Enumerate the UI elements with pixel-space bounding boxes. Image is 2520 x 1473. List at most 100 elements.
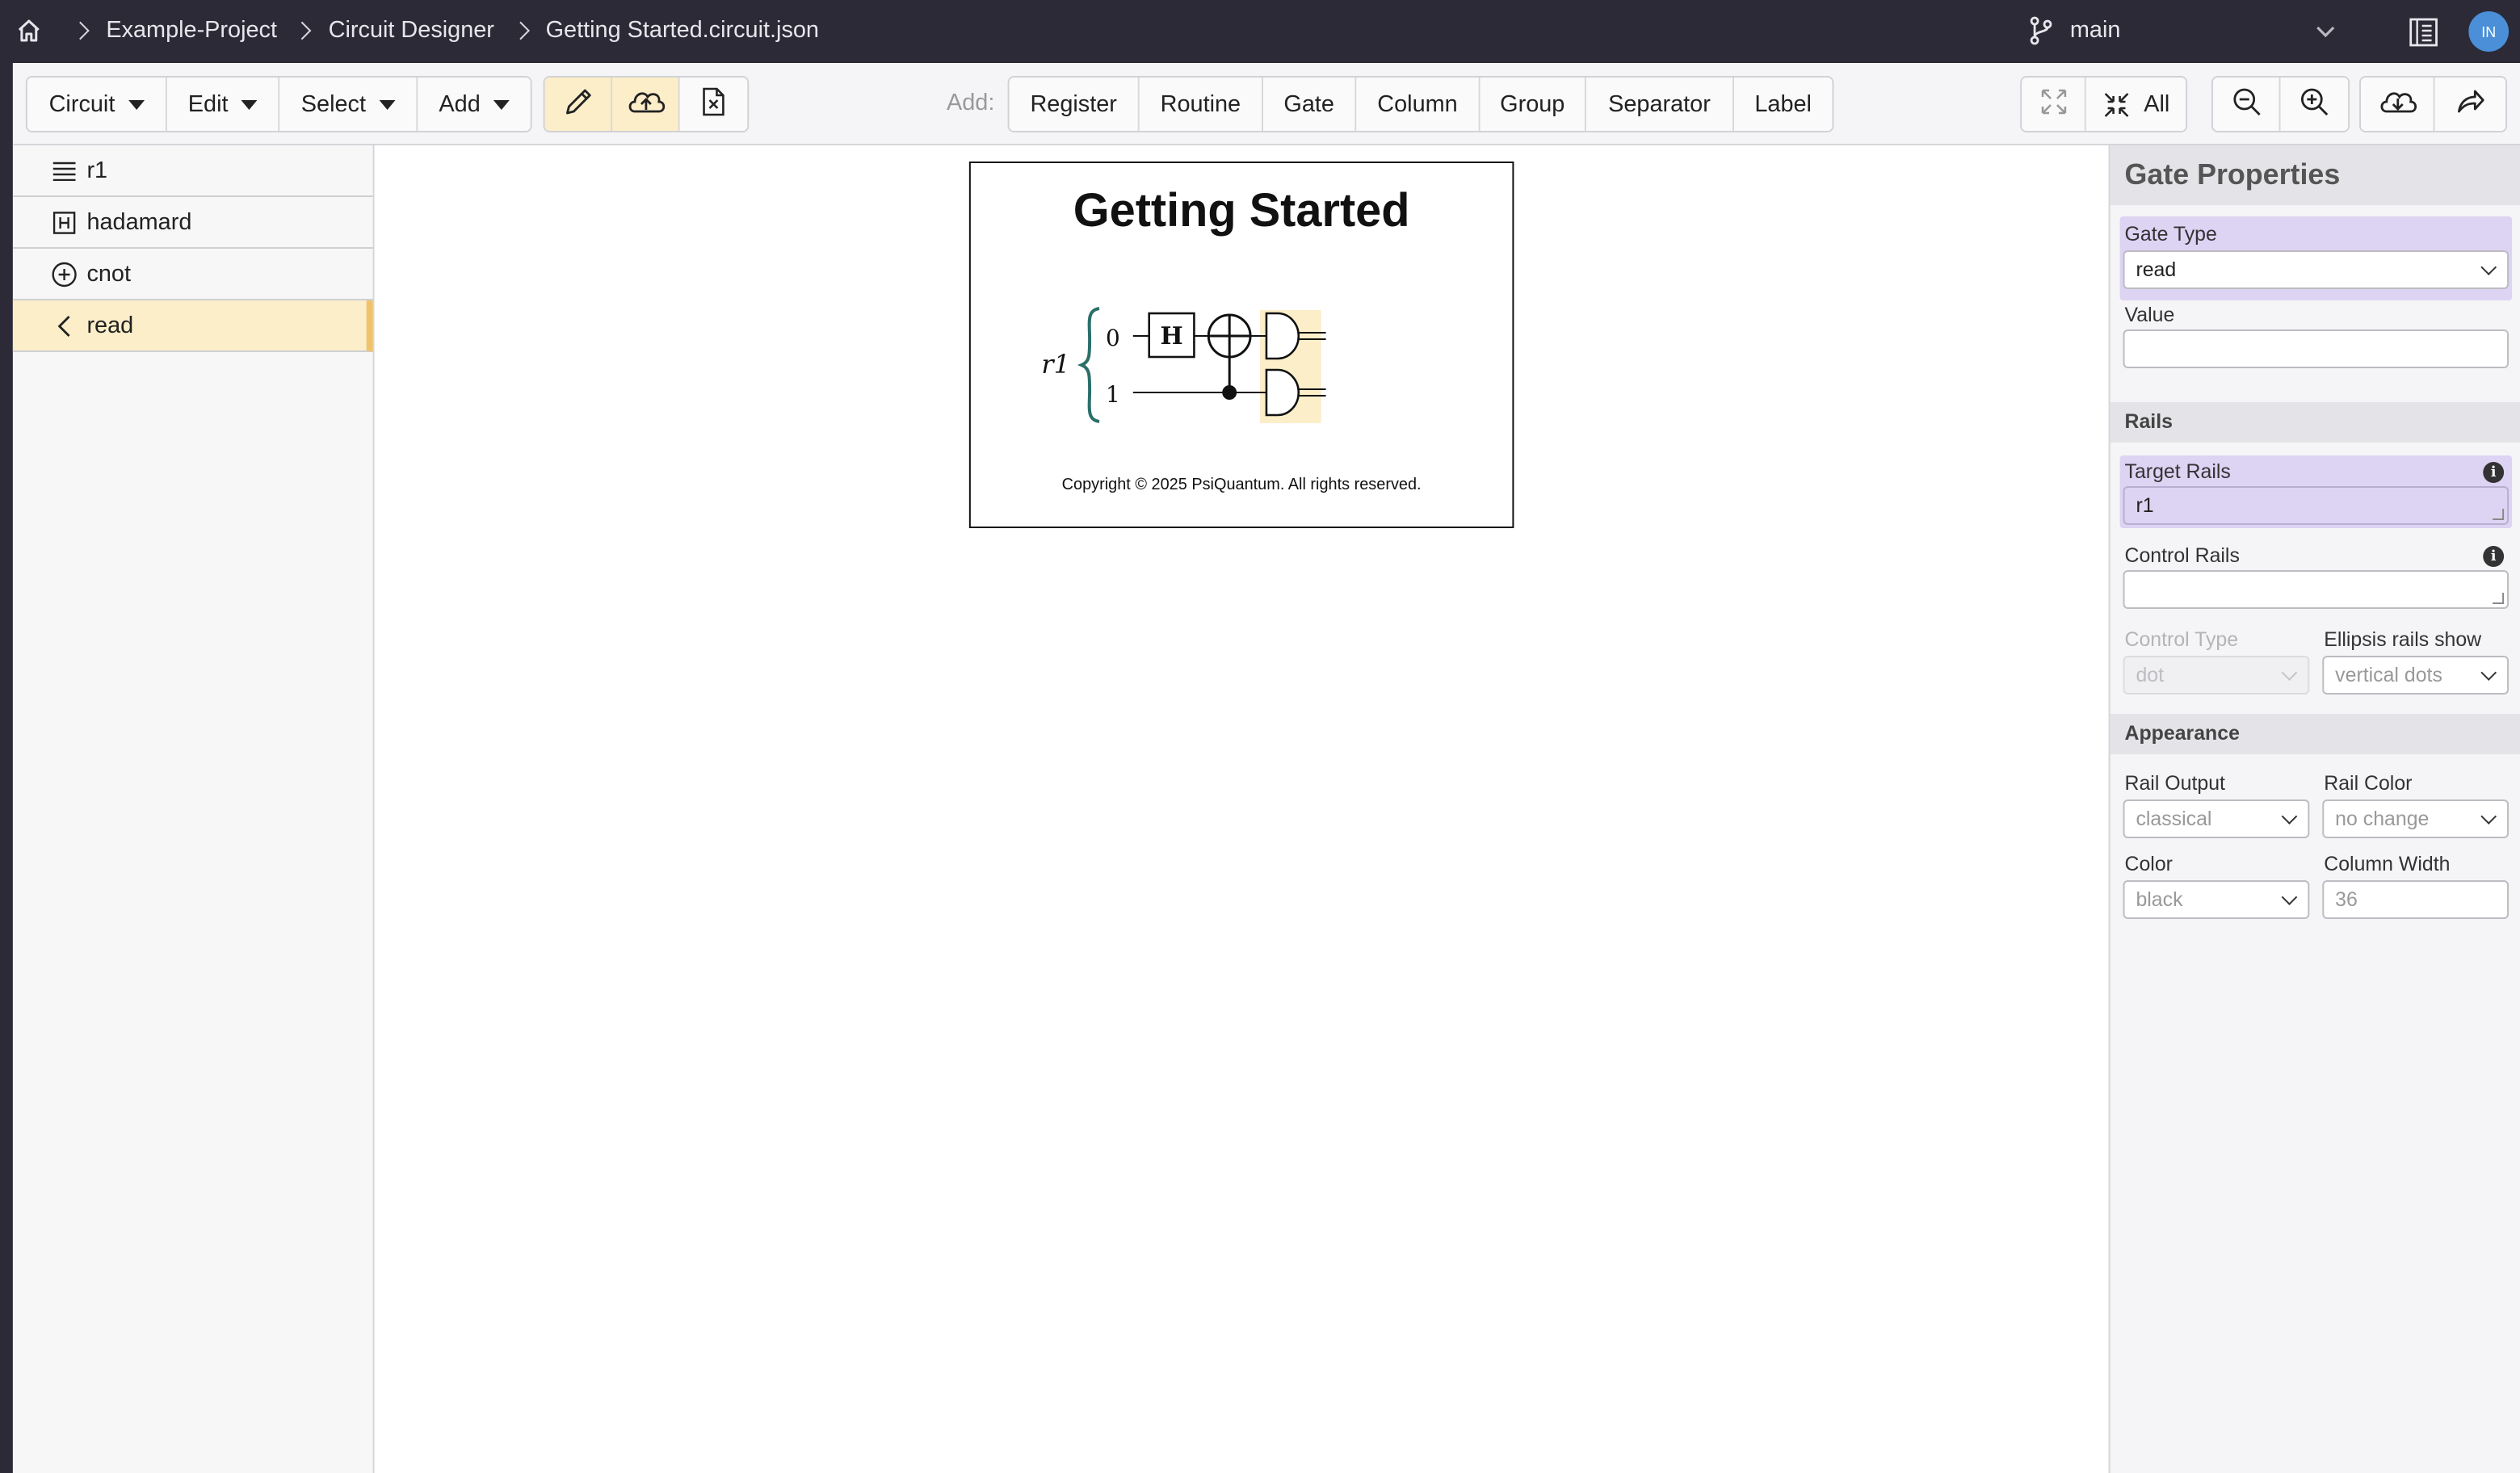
info-icon[interactable]: i — [2483, 462, 2505, 483]
download-button[interactable] — [2361, 78, 2435, 131]
collapse-all-button[interactable]: All — [2085, 78, 2186, 131]
ellipsis-label: Ellipsis rails show — [2324, 628, 2482, 651]
column-width-label: Column Width — [2324, 853, 2451, 875]
rail-label-1: 1 — [1106, 381, 1120, 408]
chevron-down-icon[interactable] — [2314, 19, 2337, 50]
tree-item-register[interactable]: r1 — [12, 145, 373, 197]
chevron-down-icon — [2480, 808, 2497, 825]
breadcrumb-file[interactable]: Getting Started.circuit.json — [546, 18, 819, 44]
color-label: Color — [2124, 853, 2173, 875]
tree-item-cnot[interactable]: cnot — [12, 249, 373, 300]
chevron-right-icon — [293, 21, 313, 40]
circuit-menu-button[interactable]: Circuit — [27, 78, 167, 131]
resize-handle-icon[interactable] — [2493, 509, 2505, 520]
tree-item-read[interactable]: read — [12, 300, 373, 352]
appearance-section-header: Appearance — [2110, 714, 2520, 754]
target-rails-value: r1 — [2136, 494, 2154, 517]
home-icon[interactable] — [16, 18, 42, 52]
edit-tools-group — [543, 76, 750, 132]
docs-icon[interactable] — [2408, 16, 2440, 57]
expand-button[interactable] — [2022, 78, 2086, 131]
zoom-group — [2211, 76, 2350, 132]
circuit-preview-card: Getting Started r1 0 1 H Copyright © 202 — [968, 162, 1514, 528]
add-column-button[interactable]: Column — [1356, 78, 1480, 131]
ellipsis-select[interactable]: vertical dots — [2322, 656, 2510, 695]
read-gate-0 — [1265, 312, 1300, 360]
hadamard-gate-label: H — [1160, 322, 1182, 350]
collapse-all-label: All — [2144, 91, 2170, 117]
tree-item-label: read — [86, 313, 134, 338]
control-rails-input[interactable] — [2123, 570, 2510, 609]
gate-type-value: read — [2136, 258, 2177, 281]
target-rails-label: Target Rails — [2124, 460, 2231, 483]
breadcrumb: Example-Project Circuit Designer Getting… — [55, 18, 819, 44]
panel-title: Gate Properties — [2110, 145, 2520, 205]
target-rails-input[interactable]: r1 — [2123, 486, 2510, 525]
rail-color-select[interactable]: no change — [2322, 799, 2510, 838]
info-icon[interactable]: i — [2483, 546, 2505, 567]
add-separator-button[interactable]: Separator — [1586, 78, 1734, 131]
register-brace — [1077, 307, 1100, 423]
breadcrumb-app[interactable]: Circuit Designer — [329, 18, 494, 44]
chevron-left-icon — [52, 313, 78, 338]
git-branch-icon — [2028, 16, 2054, 45]
h-box-icon — [52, 209, 78, 235]
menu-group: Circuit Edit Select Add — [25, 76, 532, 132]
resize-handle-icon[interactable] — [2493, 593, 2505, 604]
gate-type-select[interactable]: read — [2123, 250, 2510, 289]
chevron-right-icon — [71, 21, 90, 40]
zoom-in-icon — [2298, 85, 2330, 124]
circuit-tree-panel: r1 hadamard cnot read — [12, 145, 375, 1473]
add-menu-button[interactable]: Add — [418, 78, 531, 131]
rail-output-select[interactable]: classical — [2123, 799, 2310, 838]
rail-output-value: classical — [2136, 808, 2212, 830]
branch-selector[interactable]: main — [2028, 16, 2120, 45]
file-x-icon — [699, 85, 729, 124]
menu-label: Add — [439, 91, 481, 117]
branch-name: main — [2069, 18, 2121, 44]
control-type-value: dot — [2136, 664, 2165, 686]
add-group-button[interactable]: Group — [1480, 78, 1586, 131]
chevron-down-icon — [2281, 889, 2298, 905]
expand-group: All — [2020, 76, 2188, 132]
rail-output-label: Rail Output — [2124, 772, 2225, 795]
select-menu-button[interactable]: Select — [279, 78, 418, 131]
read-gate-1 — [1265, 368, 1300, 417]
color-value: black — [2136, 888, 2183, 911]
share-button[interactable] — [2434, 78, 2506, 131]
pencil-button[interactable] — [544, 78, 613, 131]
zoom-in-button[interactable] — [2280, 78, 2349, 131]
add-register-button[interactable]: Register — [1009, 78, 1140, 131]
chevron-down-icon — [2281, 665, 2298, 681]
avatar[interactable]: IN — [2468, 11, 2510, 52]
gate-properties-panel: Gate Properties Gate Type read Value Rai… — [2108, 145, 2520, 1473]
breadcrumb-project[interactable]: Example-Project — [106, 18, 277, 44]
color-select[interactable]: black — [2123, 880, 2310, 919]
close-file-button[interactable] — [679, 78, 748, 131]
tree-item-label: hadamard — [86, 209, 192, 235]
control-rails-label: Control Rails — [2124, 544, 2240, 567]
zoom-out-icon — [2230, 85, 2262, 124]
edit-menu-button[interactable]: Edit — [166, 78, 280, 131]
column-width-input[interactable]: 36 — [2322, 880, 2510, 919]
chevron-down-icon — [2480, 665, 2497, 681]
menu-label: Circuit — [48, 91, 116, 117]
caret-down-icon — [378, 99, 395, 109]
top-bar: Example-Project Circuit Designer Getting… — [0, 0, 2520, 63]
tree-item-hadamard[interactable]: hadamard — [12, 197, 373, 249]
list-icon — [52, 157, 78, 183]
export-group — [2359, 76, 2508, 132]
add-label-button[interactable]: Label — [1733, 78, 1833, 131]
upload-button[interactable] — [612, 78, 680, 131]
chevron-down-icon — [2281, 808, 2298, 825]
value-input[interactable] — [2123, 329, 2510, 368]
zoom-out-button[interactable] — [2212, 78, 2281, 131]
add-routine-button[interactable]: Routine — [1139, 78, 1263, 131]
rail-label-0: 0 — [1106, 325, 1120, 351]
add-gate-button[interactable]: Gate — [1262, 78, 1357, 131]
circuit-canvas[interactable]: Getting Started r1 0 1 H Copyright © 202 — [374, 145, 2109, 1473]
rail-color-value: no change — [2335, 808, 2430, 830]
add-buttons-group: Register Routine Gate Column Group Separ… — [1007, 76, 1834, 132]
control-type-select: dot — [2123, 656, 2310, 695]
caret-down-icon — [241, 99, 258, 109]
